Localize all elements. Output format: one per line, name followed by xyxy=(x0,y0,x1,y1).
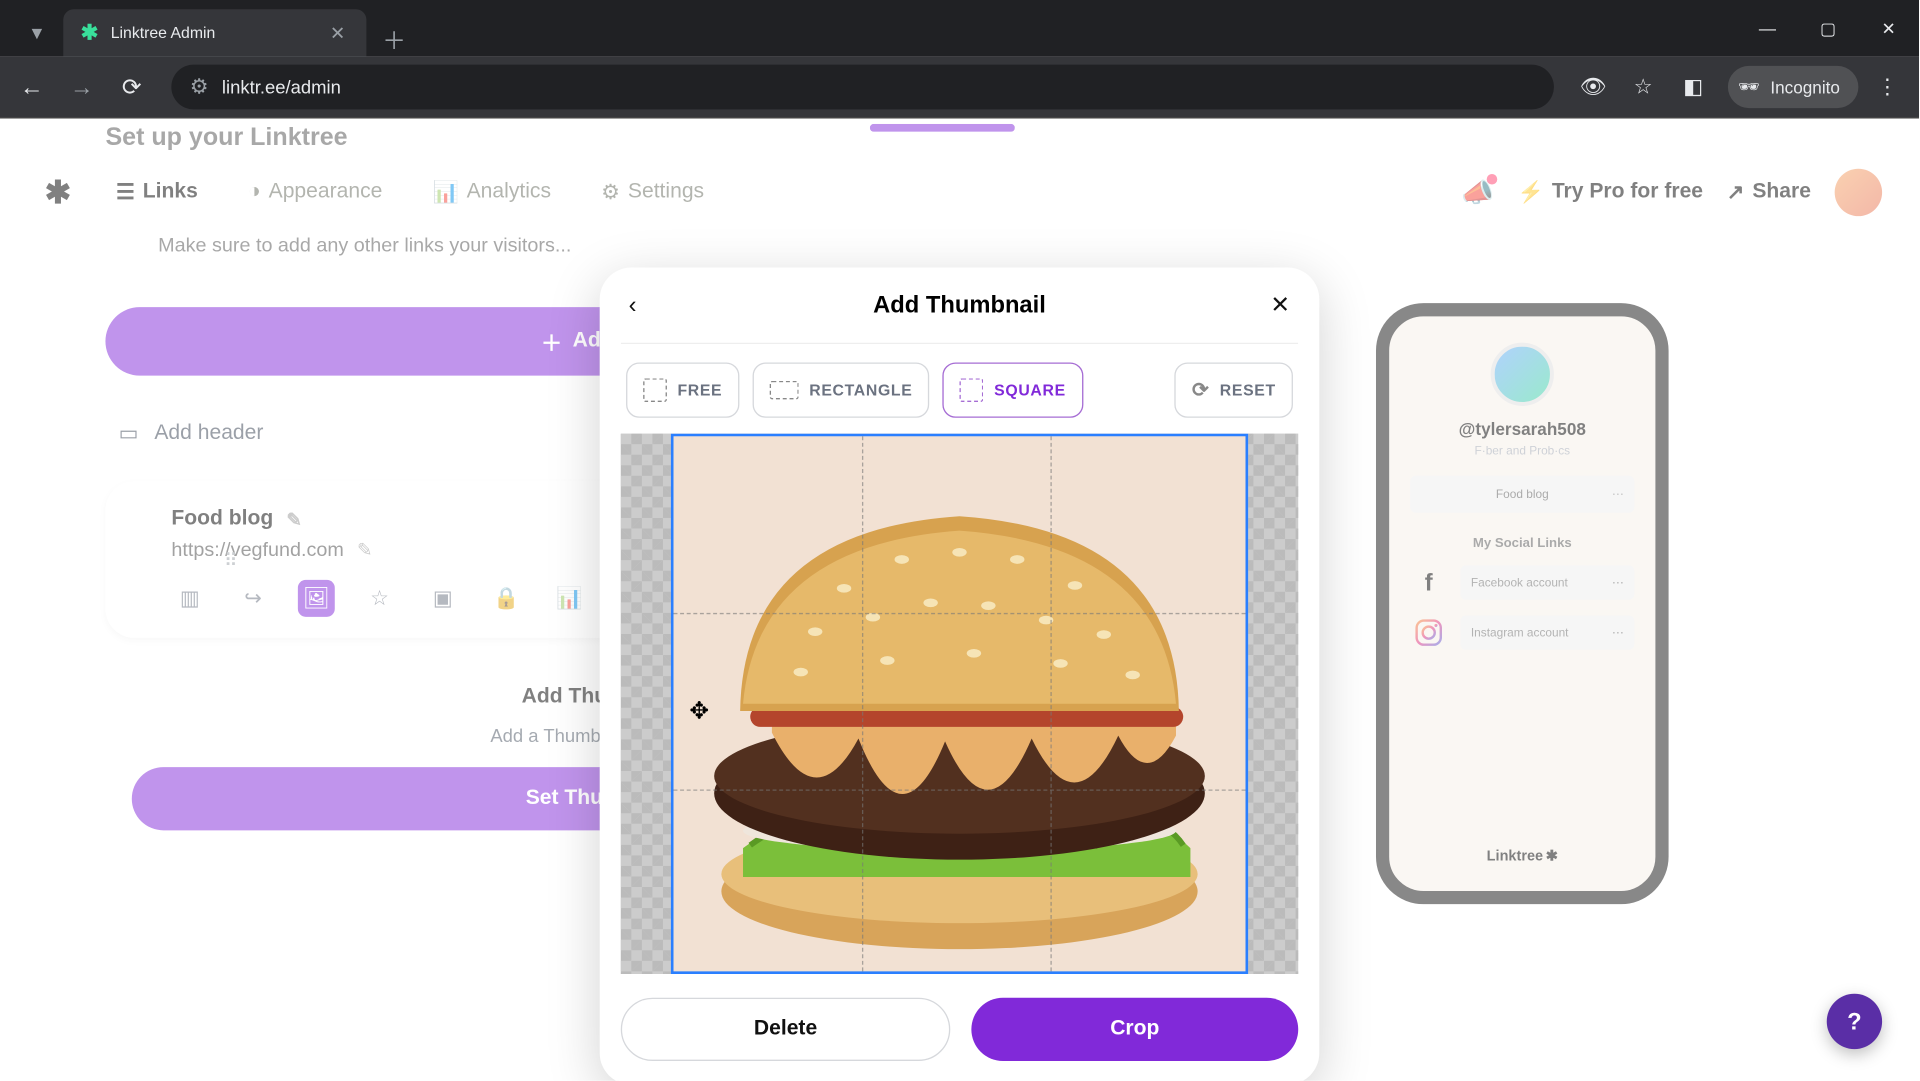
add-thumbnail-modal: ‹ Add Thumbnail ✕ FREE RECTANGLE SQUARE … xyxy=(600,268,1320,1081)
bookmark-icon[interactable]: ☆ xyxy=(1622,66,1664,108)
browser-tab[interactable]: ✱ Linktree Admin ✕ xyxy=(63,9,366,56)
site-info-icon[interactable]: ⚙ xyxy=(190,74,209,100)
help-fab-button[interactable]: ? xyxy=(1827,994,1882,1049)
crop-free-button[interactable]: FREE xyxy=(626,363,739,418)
crop-rectangle-button[interactable]: RECTANGLE xyxy=(753,363,930,418)
linktree-favicon-icon: ✱ xyxy=(79,22,100,43)
crop-free-label: FREE xyxy=(677,381,722,399)
window-controls: — ▢ ✕ xyxy=(1737,0,1919,57)
reset-icon: ⟳ xyxy=(1192,379,1209,403)
page: Set up your Linktree Make sure to add an… xyxy=(0,119,1919,1081)
crop-square-label: SQUARE xyxy=(994,381,1066,399)
crop-stage[interactable]: ✥ xyxy=(621,434,1298,974)
crop-rectangle-label: RECTANGLE xyxy=(809,381,912,399)
address-bar[interactable]: ⚙ linktr.ee/admin xyxy=(171,65,1553,110)
browser-toolbar: ← → ⟳ ⚙ linktr.ee/admin 👁 ☆ ◧ 🕶 Incognit… xyxy=(0,57,1919,119)
incognito-label: Incognito xyxy=(1770,77,1840,97)
tab-search-icon[interactable]: ▾ xyxy=(11,9,64,56)
window-close-button[interactable]: ✕ xyxy=(1858,0,1919,57)
url-text: linktr.ee/admin xyxy=(222,76,341,97)
crop-reset-button[interactable]: ⟳ RESET xyxy=(1175,363,1293,418)
nav-back-button[interactable]: ← xyxy=(11,66,53,108)
modal-title: Add Thumbnail xyxy=(873,292,1046,320)
modal-close-button[interactable]: ✕ xyxy=(1259,292,1291,320)
incognito-icon: 🕶 xyxy=(1738,76,1760,97)
tab-title: Linktree Admin xyxy=(111,24,314,42)
modal-back-button[interactable]: ‹ xyxy=(629,292,661,320)
crop-button[interactable]: Crop xyxy=(971,998,1298,1061)
crop-reset-label: RESET xyxy=(1220,381,1276,399)
tab-close-icon[interactable]: ✕ xyxy=(325,19,351,47)
visibility-off-icon[interactable]: 👁 xyxy=(1572,66,1614,108)
nav-reload-button[interactable]: ⟳ xyxy=(111,66,153,108)
delete-button[interactable]: Delete xyxy=(621,998,951,1061)
browser-menu-icon[interactable]: ⋮ xyxy=(1866,66,1908,108)
crop-square-button[interactable]: SQUARE xyxy=(943,363,1083,418)
crop-options: FREE RECTANGLE SQUARE ⟳ RESET xyxy=(621,363,1298,434)
window-maximize-button[interactable]: ▢ xyxy=(1798,0,1859,57)
side-panel-icon[interactable]: ◧ xyxy=(1672,66,1714,108)
window-minimize-button[interactable]: — xyxy=(1737,0,1798,57)
new-tab-button[interactable]: ＋ xyxy=(366,22,421,56)
incognito-badge[interactable]: 🕶 Incognito xyxy=(1728,66,1859,108)
nav-forward-button[interactable]: → xyxy=(61,66,103,108)
browser-tabstrip: ▾ ✱ Linktree Admin ✕ ＋ — ▢ ✕ xyxy=(0,0,1919,57)
crop-frame[interactable] xyxy=(671,434,1248,974)
